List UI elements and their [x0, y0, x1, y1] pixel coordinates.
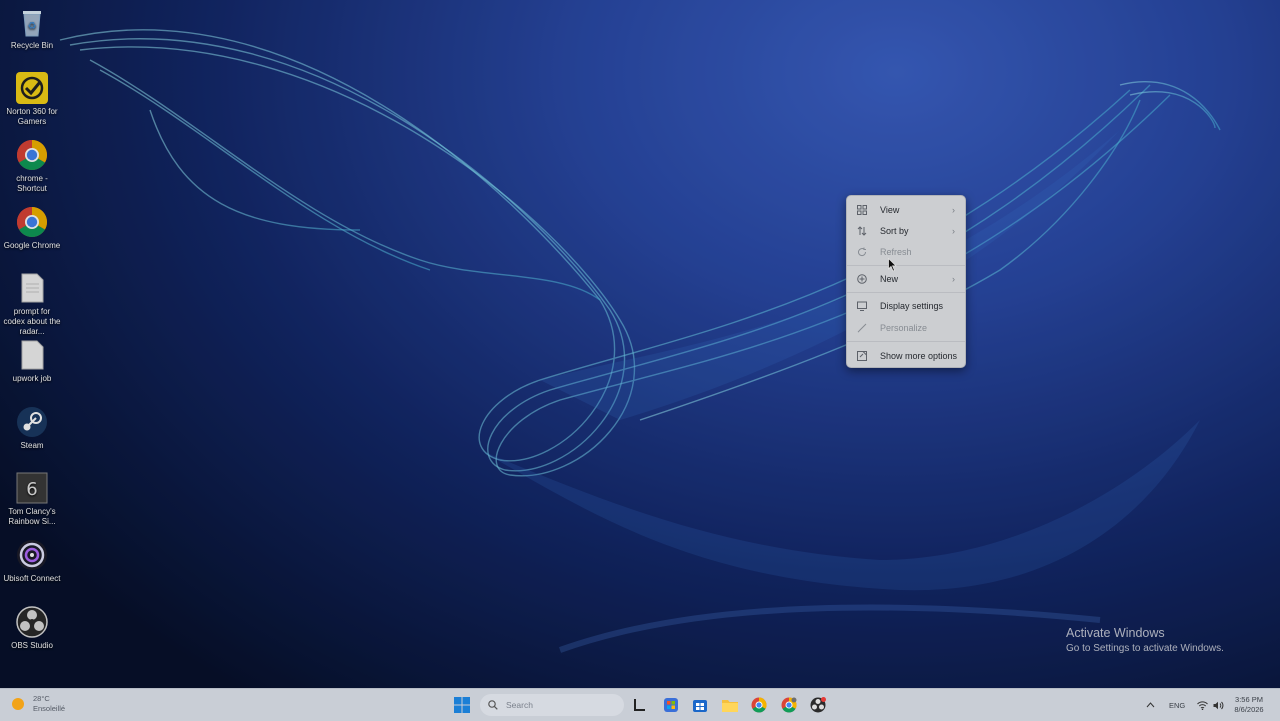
chevron-right-icon: ›	[952, 274, 955, 284]
app-store-icon	[664, 698, 678, 712]
taskbar-clock[interactable]: 3:56 PM 8/6/2026	[1228, 695, 1270, 715]
desktop-icon-recycle-bin[interactable]: ♻ Recycle Bin	[2, 6, 62, 51]
chrome-icon	[751, 697, 767, 713]
recycle-bin-icon: ♻	[16, 6, 48, 38]
activate-windows-watermark: Activate Windows Go to Settings to activ…	[1066, 626, 1224, 654]
svg-text:♻: ♻	[28, 21, 37, 32]
menu-item-show-more-options[interactable]: Show more options	[851, 347, 961, 365]
volume-icon	[1213, 701, 1224, 709]
menu-item-new[interactable]: New ›	[851, 270, 961, 288]
norton-icon	[16, 72, 48, 104]
menu-item-refresh[interactable]: Refresh	[851, 243, 961, 261]
obs-icon	[810, 697, 826, 713]
desktop-wallpaper	[59, 29, 1221, 653]
menu-item-label: Sort by	[880, 226, 909, 236]
tray-overflow-button[interactable]	[1146, 689, 1155, 721]
more-options-icon	[856, 350, 868, 362]
clock-time: 3:56 PM	[1235, 695, 1263, 704]
ubisoft-icon	[16, 539, 48, 571]
menu-item-display-settings[interactable]: Display settings	[851, 297, 961, 315]
tray-network-volume[interactable]	[1197, 689, 1224, 721]
taskbar-widgets-app[interactable]	[661, 695, 681, 715]
obs-icon	[16, 606, 48, 638]
menu-item-label: Refresh	[880, 247, 912, 257]
steam-icon	[16, 406, 48, 438]
new-plus-icon	[856, 273, 868, 285]
windows-logo-icon	[454, 697, 470, 713]
sort-icon	[856, 225, 868, 237]
display-icon	[856, 300, 868, 312]
clock-date: 8/6/2026	[1234, 705, 1264, 714]
language-indicator: ENG	[1169, 700, 1186, 710]
taskbar-obs-app[interactable]	[808, 695, 828, 715]
desktop-icon-rainbow-six[interactable]: 6 Tom Clancy's Rainbow Si...	[2, 472, 62, 527]
desktop-icon-chrome-shortcut[interactable]: chrome - Shortcut	[2, 139, 62, 194]
mouse-cursor-icon	[888, 258, 897, 272]
chevron-up-icon	[1146, 702, 1155, 708]
text-file-icon	[16, 339, 48, 371]
text-file-icon	[16, 272, 48, 304]
microsoft-store-icon	[693, 700, 707, 712]
start-button[interactable]	[452, 695, 472, 715]
chevron-right-icon: ›	[952, 226, 955, 236]
weather-temperature: 28°C	[33, 694, 50, 703]
chrome-icon	[781, 697, 797, 713]
watermark-subtitle: Go to Settings to activate Windows.	[1066, 643, 1224, 654]
menu-item-view[interactable]: View ›	[851, 201, 961, 219]
folder-icon	[722, 700, 738, 712]
tray-language[interactable]: ENG	[1169, 689, 1185, 721]
taskbar-chrome-profile[interactable]	[779, 695, 799, 715]
taskbar-store[interactable]	[690, 695, 710, 715]
taskbar-search-box[interactable]: Search	[480, 694, 624, 716]
task-view-icon	[634, 699, 645, 711]
desktop-icon-steam[interactable]: Steam	[2, 406, 62, 451]
weather-condition: Ensoleillé	[33, 704, 66, 713]
brush-icon	[856, 322, 868, 334]
desktop-icon-ubisoft-connect[interactable]: Ubisoft Connect	[2, 539, 62, 584]
refresh-icon	[856, 246, 868, 258]
svg-text:6: 6	[26, 479, 37, 500]
menu-item-sort-by[interactable]: Sort by ›	[851, 222, 961, 240]
menu-item-label: View	[880, 205, 900, 215]
desktop-icon-upwork-job[interactable]: upwork job	[2, 339, 62, 384]
weather-widget[interactable]: 28°C Ensoleillé	[12, 694, 65, 714]
desktop-context-menu: View › Sort by › Refresh New › Display s…	[846, 195, 966, 368]
sun-icon	[12, 698, 24, 710]
chevron-right-icon: ›	[952, 205, 955, 215]
menu-item-label: New	[880, 274, 899, 284]
menu-separator	[847, 265, 965, 266]
chrome-icon	[16, 206, 48, 238]
desktop-icon-norton[interactable]: Norton 360 for Gamers	[2, 72, 62, 127]
desktop-icon-obs-studio[interactable]: OBS Studio	[2, 606, 62, 651]
taskbar-chrome[interactable]	[749, 695, 769, 715]
search-icon	[488, 700, 498, 710]
desktop-icon-prompt-file[interactable]: prompt for codex about the radar...	[2, 272, 62, 337]
rainbow-six-icon: 6	[16, 472, 48, 504]
view-grid-icon	[856, 204, 868, 216]
taskbar-task-view[interactable]	[630, 695, 650, 715]
watermark-title: Activate Windows	[1066, 626, 1165, 640]
taskbar-file-explorer[interactable]	[720, 695, 740, 715]
menu-item-label: Display settings	[880, 301, 944, 311]
menu-separator	[847, 341, 965, 342]
menu-item-label: Show more options	[880, 351, 958, 361]
menu-item-personalize[interactable]: Personalize	[851, 319, 961, 337]
chrome-icon	[16, 139, 48, 171]
wifi-icon	[1197, 700, 1208, 710]
desktop-icon-google-chrome[interactable]: Google Chrome	[2, 206, 62, 251]
menu-item-label: Personalize	[880, 323, 928, 333]
search-placeholder: Search	[506, 700, 533, 710]
taskbar: 28°C Ensoleillé Search ENG 3:56 PM 8/6/2…	[0, 688, 1280, 721]
menu-separator	[847, 292, 965, 293]
